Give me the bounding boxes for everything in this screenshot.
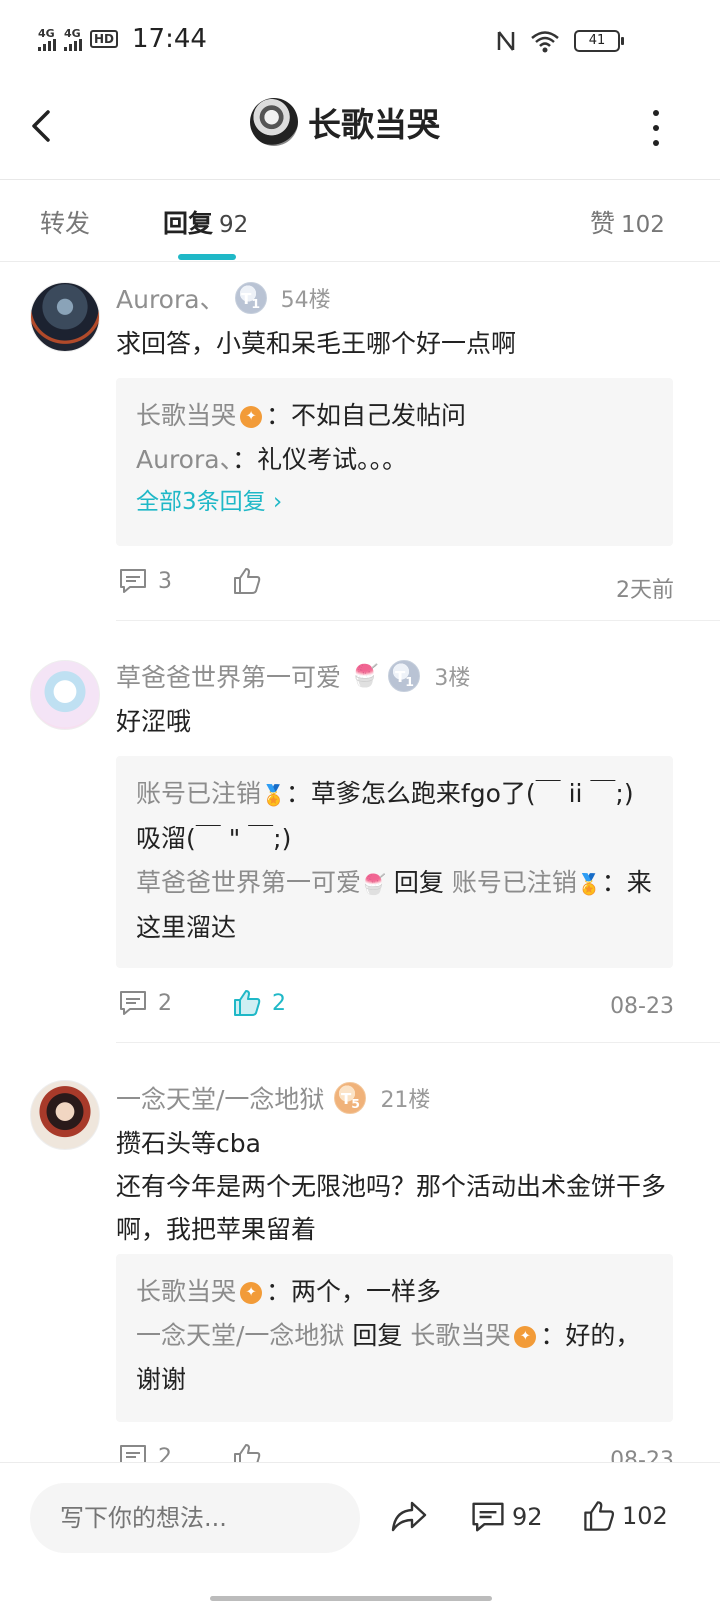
- reply-line: 一念天堂/一念地狱 回复 长歌当哭 ✦ ：好的，谢谢: [136, 1321, 641, 1394]
- divider: [116, 620, 720, 621]
- username[interactable]: Aurora、: [116, 280, 225, 316]
- reply-button[interactable]: 2: [118, 1442, 172, 1462]
- signal-icon: 4G: [64, 28, 82, 51]
- hd-icon: HD: [90, 30, 119, 48]
- tab-bar: 转发 回复 92 赞 102: [0, 180, 720, 262]
- comment-text: 求回答，小莫和呆毛王哪个好一点啊: [116, 329, 517, 358]
- floor-number: 54楼: [280, 288, 331, 313]
- tab-forward[interactable]: 转发: [40, 204, 90, 240]
- like-button[interactable]: 102: [582, 1499, 668, 1533]
- share-button[interactable]: [390, 1499, 428, 1533]
- page-title: 长歌当哭: [308, 105, 440, 144]
- comment-icon: [472, 1502, 504, 1532]
- timestamp: 2天前: [616, 578, 674, 603]
- comment-icon: [120, 1445, 146, 1462]
- floor-number: 21楼: [380, 1088, 431, 1113]
- reply-box[interactable]: 长歌当哭 ✦ ：两个，一样多 一念天堂/一念地狱 回复 长歌当哭 ✦ ：好的，谢谢: [116, 1254, 673, 1422]
- avatar[interactable]: [30, 282, 100, 352]
- comment-input[interactable]: [30, 1483, 360, 1553]
- comment-icon: [120, 991, 146, 1015]
- avatar: [250, 98, 298, 146]
- home-indicator: [210, 1596, 492, 1601]
- medal-icon: 🏅: [261, 783, 286, 807]
- reply-button[interactable]: 3: [118, 566, 172, 596]
- timestamp: 08-23: [610, 994, 674, 1019]
- shaved-ice-icon: 🍧: [361, 872, 386, 896]
- level-badge-icon: T5: [334, 1082, 367, 1114]
- reply-line: Aurora、：礼仪考试。。。: [136, 445, 408, 474]
- divider: [116, 1042, 720, 1043]
- like-button[interactable]: [232, 566, 272, 596]
- clock: 17:44: [132, 24, 207, 54]
- comment-list[interactable]: Aurora、 T1 54楼 求回答，小莫和呆毛王哪个好一点啊 长歌当哭 ✦ ：不如…: [0, 262, 720, 1462]
- level-badge-icon: T1: [234, 282, 267, 314]
- tab-likes[interactable]: 赞 102: [590, 204, 665, 240]
- comment-text: 还有今年是两个无限池吗？那个活动出术金饼干多啊，我把苹果留着: [116, 1172, 667, 1244]
- back-icon[interactable]: [28, 106, 58, 146]
- comment-icon: [120, 569, 146, 593]
- like-button[interactable]: 2: [232, 988, 286, 1018]
- shaved-ice-icon: 🍧: [351, 663, 379, 689]
- reply-box[interactable]: 账号已注销🏅：草爹怎么跑来fgo了(￣ ii ￣;) 吸溜(￣ " ￣;) 草爸…: [116, 756, 673, 968]
- reply-button[interactable]: 2: [118, 988, 172, 1018]
- wifi-icon: [531, 31, 559, 53]
- vip-icon: ✦: [514, 1326, 537, 1348]
- reply-line: 长歌当哭 ✦ ：两个，一样多: [136, 1277, 442, 1306]
- tab-indicator: [178, 254, 236, 260]
- like-button[interactable]: [232, 1442, 262, 1462]
- signal-icon: 4G: [38, 28, 56, 51]
- like-icon: [234, 568, 261, 594]
- like-icon: [234, 1444, 261, 1462]
- like-icon: [584, 1501, 615, 1531]
- more-icon[interactable]: [650, 110, 662, 146]
- username[interactable]: 草爸爸世界第一可爱: [116, 658, 341, 694]
- avatar[interactable]: [30, 660, 100, 730]
- like-icon: [234, 990, 261, 1016]
- reply-box[interactable]: 长歌当哭 ✦ ：不如自己发帖问 Aurora、：礼仪考试。。。 全部3条回复 ›: [116, 378, 673, 546]
- status-bar: 4G 4G HD 17:44 41: [0, 0, 720, 80]
- medal-icon: 🏅: [576, 872, 602, 896]
- nfc-icon: [497, 31, 515, 51]
- reply-line: 账号已注销🏅：草爹怎么跑来fgo了(￣ ii ￣;) 吸溜(￣ " ￣;): [136, 779, 634, 853]
- page-title-group[interactable]: 长歌当哭: [250, 98, 440, 146]
- comments-button[interactable]: 92: [470, 1499, 543, 1535]
- vip-icon: ✦: [240, 1282, 263, 1304]
- floor-number: 3楼: [434, 666, 471, 691]
- top-bar: 长歌当哭: [0, 80, 720, 180]
- all-replies-link[interactable]: 全部3条回复 ›: [136, 482, 653, 522]
- reply-line: 草爸爸世界第一可爱🍧 回复 账号已注销🏅：来这里溜达: [136, 868, 652, 942]
- username[interactable]: 一念天堂/一念地狱: [116, 1080, 324, 1116]
- level-badge-icon: T1: [388, 660, 421, 692]
- share-icon: [391, 1501, 427, 1532]
- timestamp: 08-23: [610, 1448, 674, 1462]
- comment-text: 攒石头等cba: [116, 1129, 261, 1158]
- bottom-bar: 92 102: [0, 1462, 720, 1605]
- vip-icon: ✦: [240, 406, 263, 428]
- avatar[interactable]: [30, 1080, 100, 1150]
- reply-line: 长歌当哭 ✦ ：不如自己发帖问: [136, 401, 467, 430]
- battery-icon: 41: [574, 30, 624, 52]
- tab-replies[interactable]: 回复 92: [163, 204, 248, 240]
- comment-text: 好涩哦: [116, 707, 192, 736]
